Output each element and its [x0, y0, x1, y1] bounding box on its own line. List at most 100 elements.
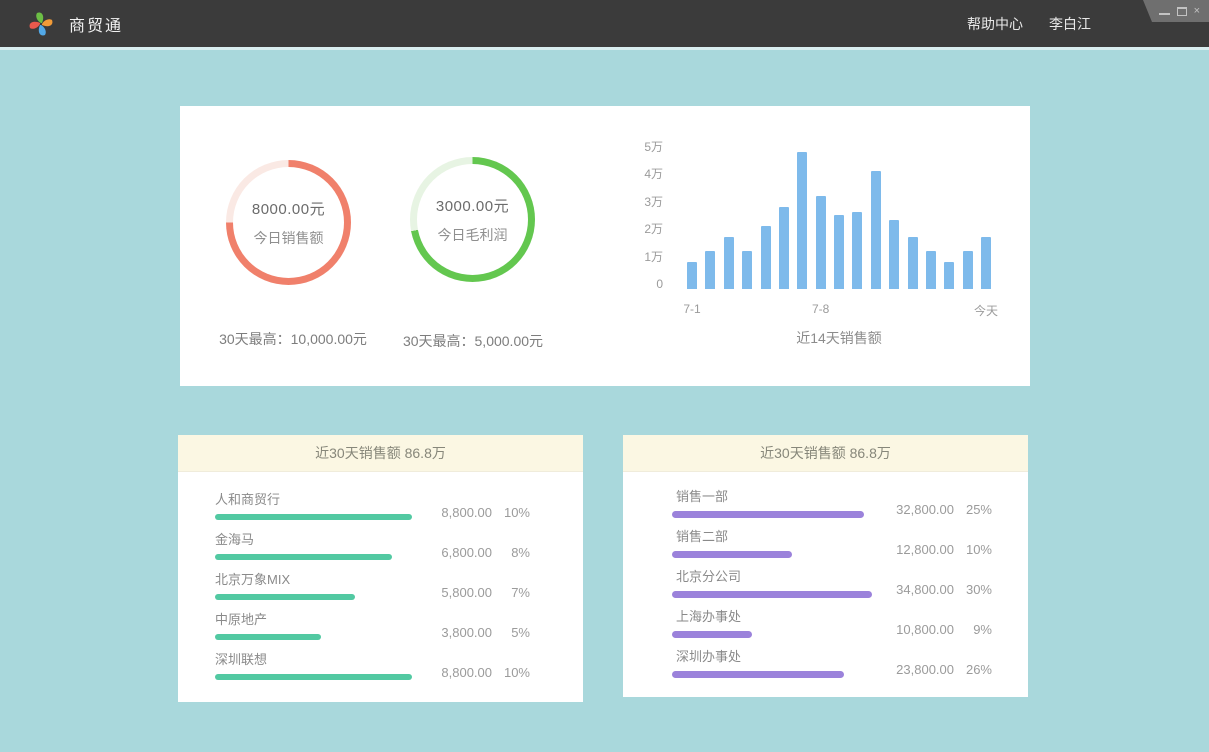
list-item: 中原地产3,800.005% [215, 612, 583, 652]
item-percent: 8% [492, 545, 530, 560]
list-item: 深圳办事处23,800.0026% [672, 649, 1028, 689]
bar-chart-bar [834, 215, 844, 289]
bar-chart-bar [908, 237, 918, 289]
list-item: 销售一部32,800.0025% [672, 489, 1028, 529]
item-percent: 25% [954, 502, 992, 517]
item-value-group: 23,800.0026% [876, 662, 992, 677]
bar-chart-bar [761, 226, 771, 289]
item-value-group: 8,800.0010% [414, 505, 530, 520]
item-value-group: 5,800.007% [414, 585, 530, 600]
bar-chart-title: 近14天销售额 [687, 328, 991, 348]
bar-chart-bar [981, 237, 991, 289]
app-window: 商贸通 帮助中心 李白江 × 8000.00元 今日销售额 30天最高：10,0… [0, 0, 1209, 752]
bar-chart-bar [852, 212, 862, 289]
departments-card-title: 近30天销售额 86.8万 [623, 435, 1028, 472]
bar-chart-bar [742, 251, 752, 290]
item-percent: 5% [492, 625, 530, 640]
item-percent: 10% [492, 665, 530, 680]
title-bar: 商贸通 帮助中心 李白江 × [0, 0, 1209, 47]
item-bar [672, 671, 844, 678]
kpi-dashboard-card: 8000.00元 今日销售额 30天最高：10,000.00元 3000.00元… [180, 106, 1030, 386]
bar-chart-bar [724, 237, 734, 289]
bar-chart-plot [687, 151, 991, 289]
customers-card: 近30天销售额 86.8万 人和商贸行8,800.0010%金海马6,800.0… [178, 435, 583, 702]
y-axis-tick: 4万 [621, 167, 663, 182]
item-percent: 30% [954, 582, 992, 597]
x-axis-tick: 7-8 [812, 302, 829, 316]
bar-chart-bar [705, 251, 715, 290]
bar-chart-bar [816, 196, 826, 290]
item-value-group: 32,800.0025% [876, 502, 992, 517]
item-bar [215, 554, 392, 560]
list-item: 上海办事处10,800.009% [672, 609, 1028, 649]
bar-chart-bar [871, 171, 881, 289]
item-percent: 9% [954, 622, 992, 637]
close-button-icon[interactable]: × [1194, 6, 1200, 17]
list-item: 销售二部12,800.0010% [672, 529, 1028, 569]
item-value: 8,800.00 [414, 665, 492, 680]
bar-chart-bar [963, 251, 973, 290]
item-bar [672, 591, 872, 598]
item-value-group: 6,800.008% [414, 545, 530, 560]
item-bar [215, 674, 412, 680]
today-sales-label: 今日销售额 [254, 228, 324, 248]
top-nav: 帮助中心 李白江 [967, 14, 1091, 34]
x-axis-tick: 今天 [974, 302, 998, 319]
item-value-group: 3,800.005% [414, 625, 530, 640]
customers-card-title: 近30天销售额 86.8万 [178, 435, 583, 472]
item-bar [672, 631, 752, 638]
item-percent: 10% [492, 505, 530, 520]
list-item: 北京分公司34,800.0030% [672, 569, 1028, 609]
item-value: 3,800.00 [414, 625, 492, 640]
app-title: 商贸通 [69, 12, 123, 36]
list-item: 深圳联想8,800.0010% [215, 652, 583, 692]
item-value: 8,800.00 [414, 505, 492, 520]
help-center-link[interactable]: 帮助中心 [967, 14, 1023, 34]
item-bar [215, 634, 321, 640]
y-axis-tick: 3万 [621, 195, 663, 210]
today-sales-donut-center: 8000.00元 今日销售额 [233, 167, 344, 278]
today-sales-value: 8000.00元 [252, 198, 325, 219]
item-value: 6,800.00 [414, 545, 492, 560]
item-value: 32,800.00 [876, 502, 954, 517]
item-value-group: 34,800.0030% [876, 582, 992, 597]
item-value: 12,800.00 [876, 542, 954, 557]
departments-list: 销售一部32,800.0025%销售二部12,800.0010%北京分公司34,… [623, 472, 1028, 689]
item-bar [672, 511, 864, 518]
y-axis-tick: 5万 [621, 140, 663, 155]
today-sales-donut: 8000.00元 今日销售额 [226, 160, 351, 285]
today-profit-donut-center: 3000.00元 今日毛利润 [417, 164, 528, 275]
bar-chart-bar [889, 220, 899, 289]
customers-list: 人和商贸行8,800.0010%金海马6,800.008%北京万象MIX5,80… [178, 472, 583, 692]
item-bar [215, 594, 355, 600]
bar-chart-bar [797, 152, 807, 290]
minimize-button-icon[interactable] [1159, 8, 1170, 15]
list-item: 人和商贸行8,800.0010% [215, 492, 583, 532]
item-bar [215, 514, 412, 520]
item-value: 5,800.00 [414, 585, 492, 600]
item-value: 23,800.00 [876, 662, 954, 677]
item-value-group: 8,800.0010% [414, 665, 530, 680]
item-value-group: 10,800.009% [876, 622, 992, 637]
departments-card: 近30天销售额 86.8万 销售一部32,800.0025%销售二部12,800… [623, 435, 1028, 697]
window-controls: × [1143, 0, 1209, 22]
item-value-group: 12,800.0010% [876, 542, 992, 557]
today-profit-value: 3000.00元 [436, 195, 509, 216]
profit-30day-max: 30天最高：5,000.00元 [323, 331, 623, 351]
bar-chart-bar [926, 251, 936, 290]
y-axis-tick: 0 [621, 277, 663, 292]
list-item: 北京万象MIX5,800.007% [215, 572, 583, 612]
item-value: 10,800.00 [876, 622, 954, 637]
user-name-link[interactable]: 李白江 [1049, 14, 1091, 34]
bar-chart-bar [779, 207, 789, 290]
item-percent: 26% [954, 662, 992, 677]
maximize-button-icon[interactable] [1177, 7, 1187, 16]
y-axis-tick: 1万 [621, 250, 663, 265]
y-axis-tick: 2万 [621, 222, 663, 237]
list-item: 金海马6,800.008% [215, 532, 583, 572]
item-percent: 10% [954, 542, 992, 557]
item-value: 34,800.00 [876, 582, 954, 597]
today-profit-label: 今日毛利润 [438, 225, 508, 245]
x-axis-tick: 7-1 [683, 302, 700, 316]
pinwheel-logo-icon [28, 11, 54, 37]
